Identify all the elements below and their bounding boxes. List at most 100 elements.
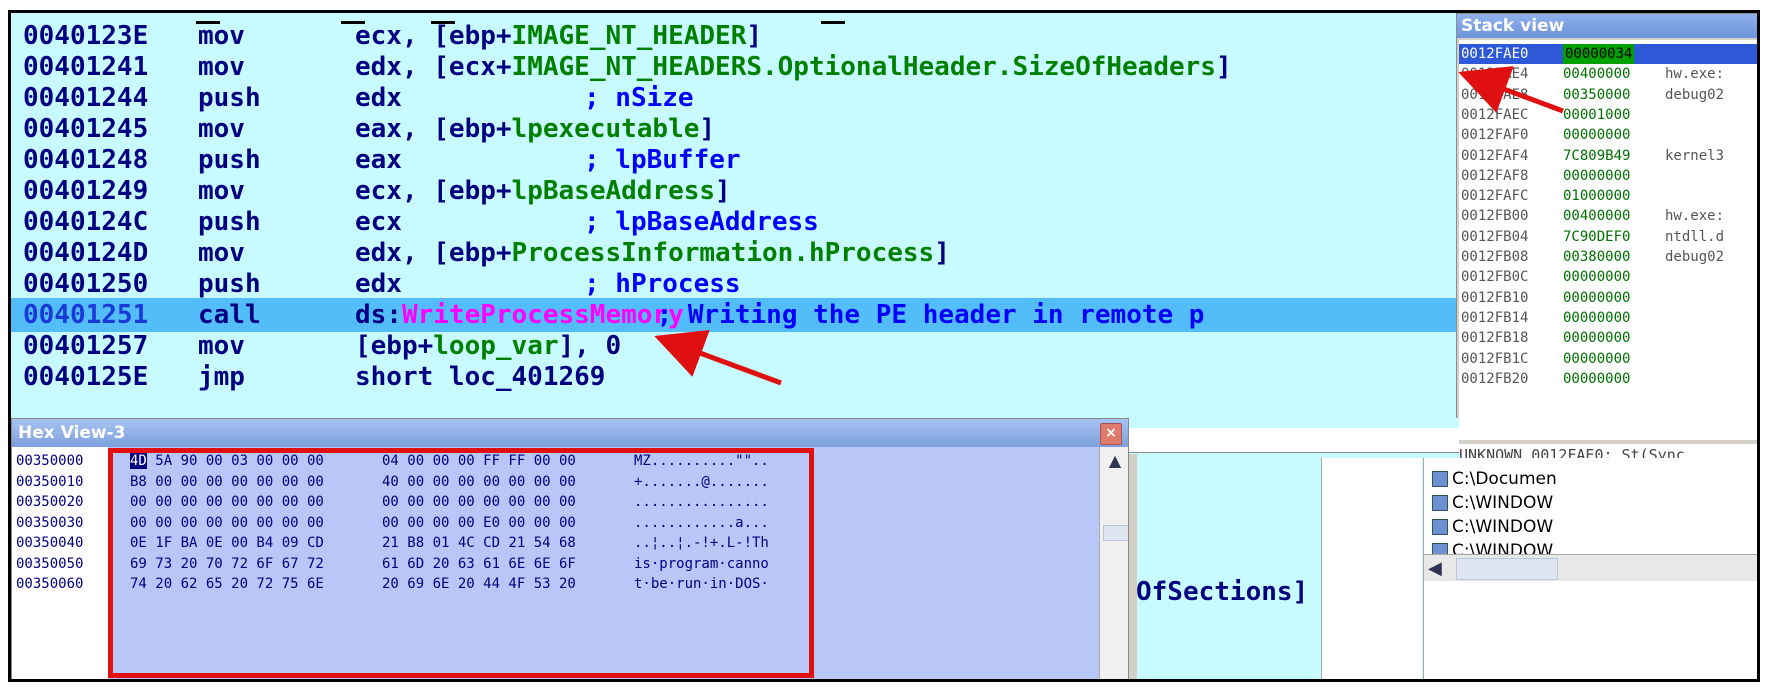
operand-text: ] xyxy=(746,21,763,51)
operand-text: ecx, [ebp+ xyxy=(355,176,512,206)
stack-value: 00350000 xyxy=(1563,86,1631,103)
stack-row[interactable]: 0012FAE4 00400000 hw.exe: xyxy=(1459,64,1757,84)
stack-address: 0012FB20 xyxy=(1461,370,1529,387)
scroll-up-icon[interactable]: ▲ xyxy=(1104,451,1126,471)
scroll-left-icon[interactable]: ◀ xyxy=(1428,558,1442,579)
stack-view-list[interactable]: 0012FAE0 00000034 0012FAE4 00400000 hw.exe: 0… xyxy=(1459,40,1757,440)
stack-view-window[interactable]: Stack view 0012FAE0 00000034 0012FAE4 00400… xyxy=(1456,13,1757,507)
disasm-row[interactable]: 00401245 mov eax, [ebp+lpexecutable] xyxy=(11,112,1461,146)
symbol-name[interactable]: ProcessInformation.hProcess xyxy=(512,238,935,268)
stack-row[interactable]: 0012FAEC 00001000 xyxy=(1459,105,1757,125)
operand-text: ds: xyxy=(355,300,402,330)
disasm-address: 0040124D xyxy=(23,238,149,268)
stack-row[interactable]: 0012FAF8 00000000 xyxy=(1459,166,1757,186)
disasm-row[interactable]: 00401244 push edx ; nSize xyxy=(11,81,1461,115)
symbol-name[interactable]: loop_var xyxy=(433,331,558,361)
stack-value: 00000000 xyxy=(1563,167,1631,184)
disassembly-pane[interactable]: 0040123E mov ecx, [ebp+IMAGE_NT_HEADER] 004… xyxy=(11,13,1461,456)
disasm-row[interactable]: 00401250 push edx ; hProcess xyxy=(11,267,1461,301)
symbol-name[interactable]: lpBaseAddress xyxy=(512,176,716,206)
module-list-horizontal-scrollbar[interactable]: ◀ xyxy=(1424,554,1757,581)
symbol-name[interactable]: lpexecutable xyxy=(512,114,700,144)
disasm-row[interactable]: 0040123E mov ecx, [ebp+IMAGE_NT_HEADER] xyxy=(11,19,1461,53)
disasm-operands: eax, [ebp+lpexecutable] xyxy=(355,112,715,146)
stack-address: 0012FB14 xyxy=(1461,309,1529,326)
disasm-comment: ; lpBaseAddress xyxy=(584,207,819,237)
disasm-operands: short loc_401269 xyxy=(355,360,605,394)
disasm-mnemonic: call xyxy=(198,300,261,330)
symbol-name[interactable]: IMAGE_NT_HEADER xyxy=(512,21,747,51)
disasm-address: 00401245 xyxy=(23,114,149,144)
file-icon xyxy=(1432,471,1448,487)
stack-row[interactable]: 0012FAE0 00000034 xyxy=(1459,44,1757,64)
stack-comment: debug02 xyxy=(1665,86,1725,103)
disasm-row[interactable]: 00401249 mov ecx, [ebp+lpBaseAddress] xyxy=(11,174,1461,208)
disasm-operands: edx, [ebp+ProcessInformation.hProcess] xyxy=(355,236,950,270)
module-path: C:\WINDOW xyxy=(1452,493,1554,513)
disasm-address: 00401251 xyxy=(23,300,149,330)
stack-value: 00000000 xyxy=(1563,350,1631,367)
disasm-row[interactable]: 00401251 call ds:WriteProcessMemory; Writi… xyxy=(11,298,1461,332)
operand-text: edx, [ecx+ xyxy=(355,52,512,82)
stack-value: 00400000 xyxy=(1563,66,1631,83)
disasm-address: 00401248 xyxy=(23,145,149,175)
api-name[interactable]: WriteProcessMemory xyxy=(402,300,684,330)
stack-value: 00000034 xyxy=(1563,44,1635,64)
module-list-panel[interactable]: C:\Documen C:\WINDOW C:\WINDOW C:\WINDOW ◀ xyxy=(1423,458,1757,679)
disasm-row[interactable]: 00401241 mov edx, [ecx+IMAGE_NT_HEADERS.Op… xyxy=(11,50,1461,84)
operand-text: edx, [ebp+ xyxy=(355,238,512,268)
close-button[interactable]: × xyxy=(1100,423,1122,445)
operand-text: edx xyxy=(355,269,402,299)
hex-address: 00350050 xyxy=(16,555,84,572)
stack-row[interactable]: 0012FAF4 7C809B49 kernel3 xyxy=(1459,146,1757,166)
symbol-name[interactable]: IMAGE_NT_HEADERS.OptionalHeader.SizeOfHe… xyxy=(512,52,1216,82)
module-list-item[interactable]: C:\Documen xyxy=(1432,468,1557,490)
disasm-operands: edx xyxy=(355,267,402,301)
stack-row[interactable]: 0012FB0C 00000000 xyxy=(1459,267,1757,287)
stack-address: 0012FB08 xyxy=(1461,249,1529,265)
disasm-mnemonic: push xyxy=(198,269,261,299)
module-list-item[interactable]: C:\WINDOW xyxy=(1432,492,1553,514)
stack-value: 00000000 xyxy=(1563,289,1631,306)
disasm-address: 0040123E xyxy=(23,21,149,51)
disasm-comment: ; Writing the PE header in remote p xyxy=(656,300,1205,330)
hex-vertical-scrollbar[interactable]: ▲ xyxy=(1099,447,1128,679)
stack-value: 00400000 xyxy=(1563,208,1631,225)
stack-row[interactable]: 0012FB10 00000000 xyxy=(1459,288,1757,308)
disasm-comment: ; hProcess xyxy=(584,269,741,299)
disasm-row[interactable]: 0040124D mov edx, [ebp+ProcessInformation.… xyxy=(11,236,1461,270)
stack-address: 0012FB10 xyxy=(1461,289,1529,306)
scroll-thumb[interactable] xyxy=(1456,558,1558,580)
module-list-item[interactable]: C:\WINDOW xyxy=(1432,516,1553,538)
disasm-operands: edx, [ecx+IMAGE_NT_HEADERS.OptionalHeade… xyxy=(355,50,1232,84)
disasm-row[interactable]: 00401248 push eax ; lpBuffer xyxy=(11,143,1461,177)
disasm-row[interactable]: 0040124C push ecx ; lpBaseAddress xyxy=(11,205,1461,239)
disasm-row[interactable]: 0040125E jmp short loc_401269 xyxy=(11,360,1461,394)
disasm-mnemonic: mov xyxy=(198,176,245,206)
scroll-thumb[interactable] xyxy=(1103,525,1128,541)
stack-row[interactable]: 0012FAE8 00350000 debug02 xyxy=(1459,85,1757,105)
stack-address: 0012FAE8 xyxy=(1461,86,1529,103)
stack-row[interactable]: 0012FB1C 00000000 xyxy=(1459,349,1757,369)
stack-row[interactable]: 0012FAFC 01000000 xyxy=(1459,186,1757,206)
stack-row[interactable]: 0012FB20 00000000 xyxy=(1459,369,1757,389)
debugger-screenshot-frame: 0040123E mov ecx, [ebp+IMAGE_NT_HEADER] 004… xyxy=(8,10,1760,682)
stack-row[interactable]: 0012FB14 00000000 xyxy=(1459,308,1757,328)
operand-text: eax, [ebp+ xyxy=(355,114,512,144)
stack-row[interactable]: 0012FAF0 00000000 xyxy=(1459,125,1757,145)
stack-row[interactable]: 0012FB18 00000000 xyxy=(1459,328,1757,348)
stack-address: 0012FB18 xyxy=(1461,330,1529,347)
stack-address: 0012FB00 xyxy=(1461,208,1529,225)
disasm-comment: ; lpBuffer xyxy=(584,145,741,175)
operand-text: [ebp+ xyxy=(355,331,434,361)
operand-text: ], 0 xyxy=(558,331,622,361)
stack-value: 7C90DEF0 xyxy=(1563,228,1631,245)
disasm-operands: ecx, [ebp+lpBaseAddress] xyxy=(355,174,731,208)
disasm-row[interactable]: 00401257 mov [ebp+loop_var], 0 xyxy=(11,329,1461,363)
stack-row[interactable]: 0012FB00 00400000 hw.exe: xyxy=(1459,206,1757,226)
stack-value: 7C809B49 xyxy=(1563,147,1631,164)
disasm-operands: edx xyxy=(355,81,402,115)
stack-row[interactable]: 0012FB08 00380000 debug02 xyxy=(1459,247,1757,267)
operand-text: ] xyxy=(715,176,731,206)
stack-row[interactable]: 0012FB04 7C90DEF0 ntdll.d xyxy=(1459,227,1757,247)
